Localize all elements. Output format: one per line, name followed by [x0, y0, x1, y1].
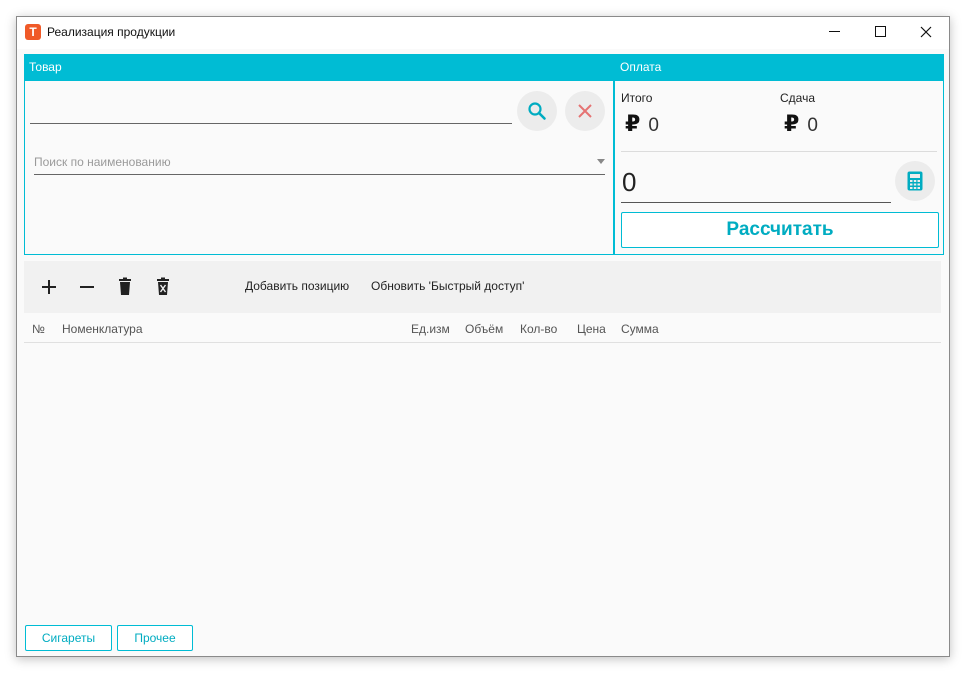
close-window-button[interactable] — [903, 17, 949, 49]
quick-access-cigarettes-button[interactable]: Сигареты — [25, 625, 112, 651]
title-bar[interactable]: T Реализация продукции — [17, 17, 949, 49]
payment-panel: Итого ₽0 Сдача ₽0 0 Рассчитать — [614, 81, 944, 255]
window-title: Реализация продукции — [47, 25, 176, 39]
column-header-unit[interactable]: Ед.изм — [411, 322, 450, 336]
search-icon — [528, 102, 546, 120]
minus-icon[interactable] — [74, 274, 100, 300]
column-header-price[interactable]: Цена — [577, 322, 606, 336]
app-window: T Реализация продукции Товар Поиск по на… — [16, 16, 950, 657]
table-header: № Номенклатура Ед.изм Объём Кол-во Цена … — [24, 313, 941, 343]
ruble-icon: ₽ — [784, 111, 800, 136]
goods-panel: Поиск по наименованию — [24, 81, 614, 255]
add-position-button[interactable]: Добавить позицию — [245, 279, 349, 293]
barcode-input[interactable] — [30, 123, 512, 124]
minimize-button[interactable] — [811, 17, 857, 49]
column-header-number[interactable]: № — [32, 322, 45, 336]
chevron-down-icon[interactable] — [597, 159, 605, 164]
change-label: Сдача — [780, 91, 816, 105]
calculate-button[interactable]: Рассчитать — [621, 212, 939, 248]
divider — [621, 151, 937, 152]
clear-button[interactable] — [565, 91, 605, 131]
column-header-volume[interactable]: Объём — [465, 322, 503, 336]
calculator-button[interactable] — [895, 161, 935, 201]
total-amount: ₽0 — [625, 111, 659, 137]
total-label: Итого — [621, 91, 653, 105]
received-amount-input[interactable]: 0 — [621, 165, 891, 203]
goods-section-header: Товар — [24, 54, 614, 81]
payment-section-header: Оплата — [614, 54, 944, 81]
column-header-quantity[interactable]: Кол-во — [520, 322, 557, 336]
column-header-sum[interactable]: Сумма — [621, 322, 659, 336]
name-search-combobox[interactable]: Поиск по наименованию — [34, 151, 605, 175]
items-toolbar: Добавить позицию Обновить 'Быстрый досту… — [24, 261, 941, 313]
change-amount: ₽0 — [784, 111, 818, 137]
close-icon — [920, 26, 932, 38]
trash-icon[interactable] — [112, 274, 138, 300]
change-value: 0 — [807, 115, 818, 136]
delete-all-icon[interactable] — [150, 274, 176, 300]
maximize-icon — [874, 26, 886, 38]
search-placeholder: Поиск по наименованию — [34, 155, 171, 169]
app-logo-icon: T — [25, 24, 41, 40]
maximize-button[interactable] — [857, 17, 903, 49]
ruble-icon: ₽ — [625, 111, 641, 136]
search-button[interactable] — [517, 91, 557, 131]
total-value: 0 — [648, 115, 659, 136]
calculator-icon — [907, 171, 923, 191]
minimize-icon — [828, 31, 840, 33]
add-icon[interactable] — [36, 274, 62, 300]
refresh-quick-access-button[interactable]: Обновить 'Быстрый доступ' — [371, 279, 524, 293]
quick-access-other-button[interactable]: Прочее — [117, 625, 193, 651]
clear-icon — [578, 104, 592, 118]
column-header-nomenclature[interactable]: Номенклатура — [62, 322, 143, 336]
